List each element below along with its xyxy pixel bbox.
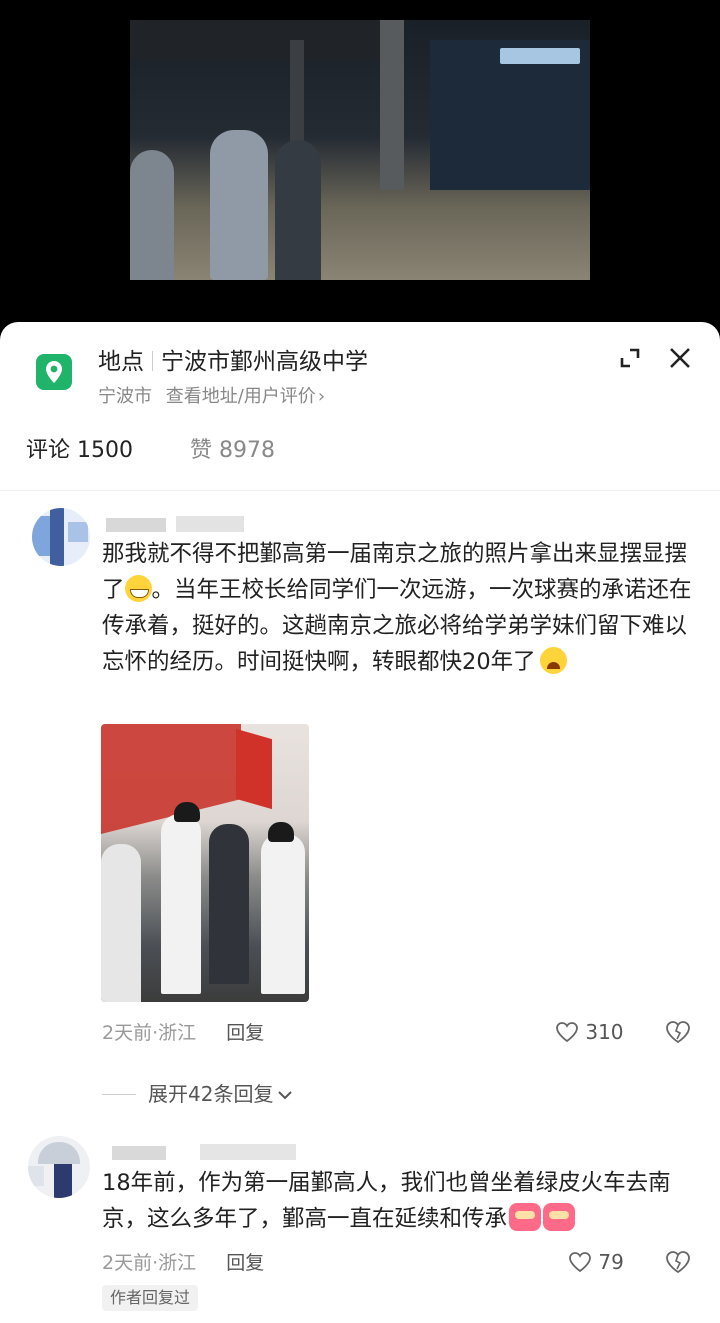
photo-student bbox=[209, 824, 249, 984]
avatar-pixel bbox=[50, 508, 64, 566]
divider bbox=[0, 490, 720, 491]
comment-text: 那我就不得不把鄞高第一届南京之旅的照片拿出来显摆显摆了 。当年王校长给同学们一次远… bbox=[102, 536, 702, 680]
location-title: 地点 宁波市鄞州高级中学 bbox=[98, 342, 368, 376]
photo-head bbox=[268, 822, 294, 842]
comment-count[interactable]: 评论 1500 bbox=[26, 438, 133, 463]
comment-text: 18年前，作为第一届鄞高人，我们也曾坐着绿皮火车去南京，这么多年了，鄞高一直在延… bbox=[102, 1165, 702, 1237]
dislike-icon[interactable] bbox=[665, 1250, 691, 1274]
video-person bbox=[210, 130, 268, 280]
video-area[interactable] bbox=[0, 0, 720, 330]
username-blurred[interactable] bbox=[106, 518, 166, 532]
map-pin-icon bbox=[36, 354, 72, 390]
heart-icon bbox=[569, 1252, 591, 1273]
reply-button[interactable]: 回复 bbox=[226, 1022, 264, 1044]
location-subtitle[interactable]: 宁波市 查看地址/用户评价 › bbox=[98, 382, 325, 408]
location-row[interactable]: 地点 宁波市鄞州高级中学 宁波市 查看地址/用户评价 › bbox=[36, 342, 696, 412]
chevron-right-icon: › bbox=[317, 386, 326, 407]
chevron-down-icon bbox=[278, 1091, 293, 1100]
like-button[interactable]: 79 bbox=[568, 1250, 624, 1274]
location-label: 地点 bbox=[98, 349, 144, 375]
location-name: 宁波市鄞州高级中学 bbox=[161, 349, 368, 375]
divider-line bbox=[102, 1094, 136, 1095]
video-person bbox=[130, 150, 174, 280]
like-count: 79 bbox=[598, 1250, 624, 1274]
username-blurred[interactable] bbox=[200, 1144, 296, 1160]
avatar-pixel bbox=[54, 1164, 72, 1198]
heart-icon bbox=[556, 1022, 578, 1043]
reply-button[interactable]: 回复 bbox=[226, 1252, 264, 1274]
video-pillar bbox=[380, 20, 404, 190]
close-icon[interactable] bbox=[666, 344, 694, 372]
avatar-pixel bbox=[68, 522, 88, 542]
expand-icon[interactable] bbox=[616, 344, 644, 372]
expand-replies-button[interactable]: 展开42条回复 bbox=[102, 1078, 293, 1107]
avatar-pixel bbox=[32, 516, 50, 556]
location-city: 宁波市 bbox=[98, 386, 152, 407]
video-sign-light bbox=[500, 48, 580, 64]
video-canopy bbox=[130, 20, 390, 60]
username-blurred[interactable] bbox=[112, 1146, 166, 1160]
jiayou-emoji bbox=[509, 1203, 542, 1231]
location-detail-link[interactable]: 查看地址/用户评价 bbox=[166, 386, 316, 407]
video-frame[interactable] bbox=[130, 20, 590, 280]
like-count: 310 bbox=[585, 1020, 624, 1044]
comment-text-part: 18年前，作为第一届鄞高人，我们也曾坐着绿皮火车去南京，这么多年了，鄞高一直在延… bbox=[102, 1170, 671, 1232]
photo-student bbox=[161, 814, 201, 994]
photo-student bbox=[261, 834, 305, 994]
avatar[interactable] bbox=[32, 508, 90, 566]
comment-photo[interactable] bbox=[101, 724, 309, 1002]
stats-row: 评论 1500 赞 8978 bbox=[26, 432, 275, 464]
photo-student bbox=[101, 844, 141, 1002]
author-replied-tag: 作者回复过 bbox=[102, 1285, 199, 1311]
title-divider bbox=[152, 351, 153, 371]
comment-meta: 2天前·浙江 回复 bbox=[102, 1248, 264, 1275]
comment-time-location: 2天前·浙江 bbox=[102, 1252, 197, 1274]
photo-flag bbox=[236, 728, 272, 810]
avatar-pixel bbox=[38, 1142, 80, 1164]
laugh-cry-emoji bbox=[539, 647, 567, 674]
like-count[interactable]: 赞 8978 bbox=[190, 438, 275, 463]
like-button[interactable]: 310 bbox=[555, 1020, 624, 1044]
comment-time-location: 2天前·浙江 bbox=[102, 1022, 197, 1044]
avatar-pixel bbox=[28, 1166, 44, 1186]
comment-meta: 2天前·浙江 回复 bbox=[102, 1018, 264, 1045]
comment-text-part: 。当年王校长给同学们一次远游，一次球赛的承诺还在传承着，挺好的。这趟南京之旅必将… bbox=[102, 577, 692, 675]
grin-emoji bbox=[124, 575, 152, 602]
dislike-icon[interactable] bbox=[665, 1020, 691, 1044]
avatar[interactable] bbox=[28, 1136, 90, 1198]
username-blurred[interactable] bbox=[176, 516, 244, 532]
expand-replies-label: 展开42条回复 bbox=[148, 1082, 274, 1106]
jiayou-emoji bbox=[543, 1203, 576, 1231]
video-person bbox=[275, 140, 321, 280]
comment-sheet: 地点 宁波市鄞州高级中学 宁波市 查看地址/用户评价 › 评论 1500 赞 897… bbox=[0, 322, 720, 1323]
photo-head bbox=[174, 802, 200, 822]
